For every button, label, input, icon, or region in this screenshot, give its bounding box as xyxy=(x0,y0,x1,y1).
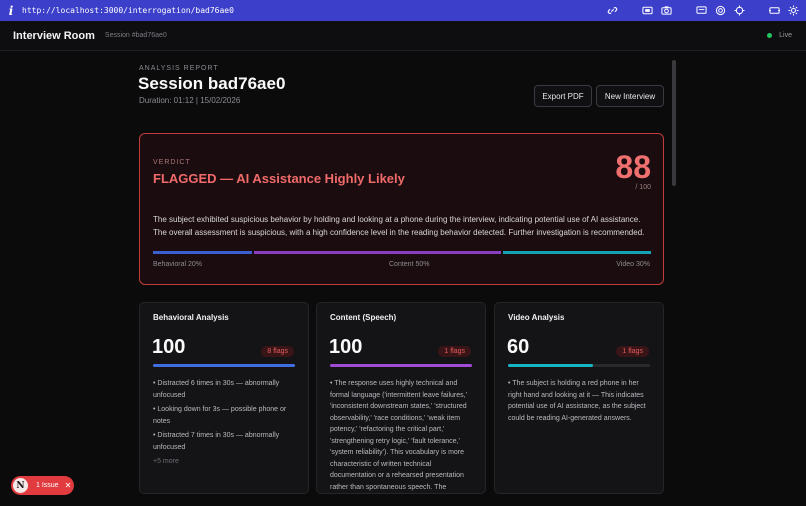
card-notes: • The response uses highly technical and… xyxy=(330,378,474,493)
card-notes: • The subject is holding a red phone in … xyxy=(508,378,652,427)
content-speech-card: Content (Speech) 100 1 flags • The respo… xyxy=(316,302,486,494)
status-dot-icon xyxy=(767,33,773,38)
list-item: • Looking down for 3s — possible phone o… xyxy=(153,406,287,425)
browser-toolbar xyxy=(606,3,800,17)
verdict-title: FLAGGED — AI Assistance Highly Likely xyxy=(153,171,405,186)
info-icon[interactable]: i xyxy=(0,4,22,18)
weight-label-behavioral: Behavioral 20% xyxy=(153,261,203,268)
list-item: • The subject is holding a red phone in … xyxy=(508,380,646,422)
report-kicker: ANALYSIS REPORT xyxy=(139,65,219,72)
close-icon[interactable]: ✕ xyxy=(65,481,72,490)
live-label: Live xyxy=(779,32,792,39)
report-meta: Duration: 01:12 | 15/02/2026 xyxy=(139,96,241,105)
verdict-label: VERDICT xyxy=(153,159,191,166)
video-analysis-card: Video Analysis 60 1 flags • The subject … xyxy=(494,302,664,494)
weight-label-video: Video 30% xyxy=(616,261,650,268)
score-meter-fill xyxy=(153,364,295,367)
list-item: • Distracted 7 times in 30s — abnormally… xyxy=(153,432,280,451)
flags-badge: 1 flags xyxy=(438,346,471,357)
url-text[interactable]: http://localhost:3000/interrogation/bad7… xyxy=(22,6,234,15)
crosshair-icon[interactable] xyxy=(733,3,746,17)
issue-count[interactable]: 1 Issue xyxy=(36,482,59,489)
verdict-score-max: / 100 xyxy=(635,184,651,191)
list-item: • Distracted 6 times in 30s — abnormally… xyxy=(153,380,280,399)
main-content: ANALYSIS REPORT Session bad76ae0 Duratio… xyxy=(0,52,806,506)
score-meter xyxy=(330,364,472,367)
browser-address-bar: i http://localhost:3000/interrogation/ba… xyxy=(0,0,806,21)
app-title: Interview Room xyxy=(13,29,95,42)
weight-segment-video xyxy=(502,251,651,254)
link-icon[interactable] xyxy=(606,3,619,17)
card-notes: • Distracted 6 times in 30s — abnormally… xyxy=(153,378,297,471)
settings-icon[interactable] xyxy=(787,3,800,17)
show-more-link[interactable]: +5 more xyxy=(153,456,297,468)
behavioral-analysis-card: Behavioral Analysis 100 8 flags • Distra… xyxy=(139,302,309,494)
new-interview-button[interactable]: New Interview xyxy=(596,85,664,107)
weight-segment-content xyxy=(253,251,501,254)
export-pdf-button[interactable]: Export PDF xyxy=(534,85,592,107)
list-item: • The response uses highly technical and… xyxy=(330,380,467,491)
score-meter-fill xyxy=(330,364,472,367)
verdict-panel: VERDICT FLAGGED — AI Assistance Highly L… xyxy=(139,133,664,285)
issues-badge[interactable]: N 1 Issue ✕ xyxy=(11,476,74,495)
flags-badge: 1 flags xyxy=(616,346,649,357)
score-meter xyxy=(508,364,650,367)
card-title: Behavioral Analysis xyxy=(153,313,229,322)
card-score: 60 xyxy=(507,336,530,358)
monitor-icon[interactable] xyxy=(695,3,708,17)
camera-icon[interactable] xyxy=(660,3,673,17)
card-score: 100 xyxy=(329,336,363,358)
card-title: Content (Speech) xyxy=(330,313,397,322)
verdict-summary: The subject exhibited suspicious behavio… xyxy=(153,215,645,237)
weight-segment-behavioral xyxy=(153,251,252,254)
weight-bar xyxy=(153,251,651,254)
live-status: Live xyxy=(767,32,792,39)
card-score: 100 xyxy=(152,336,186,358)
score-meter xyxy=(153,364,295,367)
nextjs-logo-icon[interactable]: N xyxy=(13,478,28,493)
flags-badge: 8 flags xyxy=(261,346,294,357)
page-title: Session bad76ae0 xyxy=(138,74,286,93)
weight-label-content: Content 50% xyxy=(389,261,430,268)
expand-icon[interactable] xyxy=(768,3,781,17)
app-header: Interview Room Session #bad76ae0 Live xyxy=(0,21,806,51)
card-title: Video Analysis xyxy=(508,313,565,322)
session-tag: Session #bad76ae0 xyxy=(104,32,167,39)
scrollbar[interactable] xyxy=(672,60,676,186)
verdict-score: 88 xyxy=(615,149,651,185)
target-icon[interactable] xyxy=(714,3,727,17)
score-meter-fill xyxy=(508,364,594,367)
screenshot-icon[interactable] xyxy=(641,3,654,17)
